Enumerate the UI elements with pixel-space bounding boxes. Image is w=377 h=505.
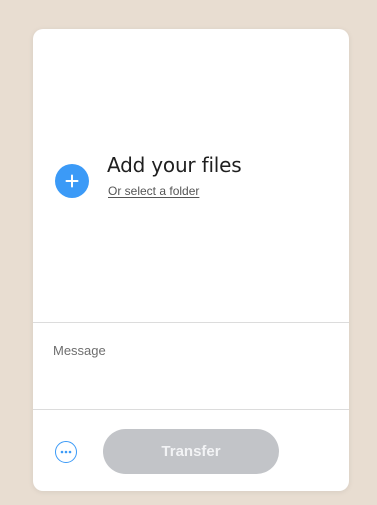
plus-icon bbox=[65, 174, 79, 188]
options-button[interactable] bbox=[55, 441, 77, 463]
transfer-button[interactable]: Transfer bbox=[103, 429, 279, 474]
select-folder-link[interactable]: Or select a folder bbox=[108, 184, 199, 198]
transfer-card: Add your files Or select a folder Transf… bbox=[33, 29, 349, 491]
ellipsis-icon bbox=[60, 450, 72, 454]
message-input[interactable] bbox=[33, 323, 349, 409]
add-files-button[interactable] bbox=[55, 164, 89, 198]
upload-drop-area[interactable]: Add your files Or select a folder bbox=[33, 29, 349, 322]
divider bbox=[33, 409, 349, 410]
add-files-title[interactable]: Add your files bbox=[107, 153, 242, 177]
